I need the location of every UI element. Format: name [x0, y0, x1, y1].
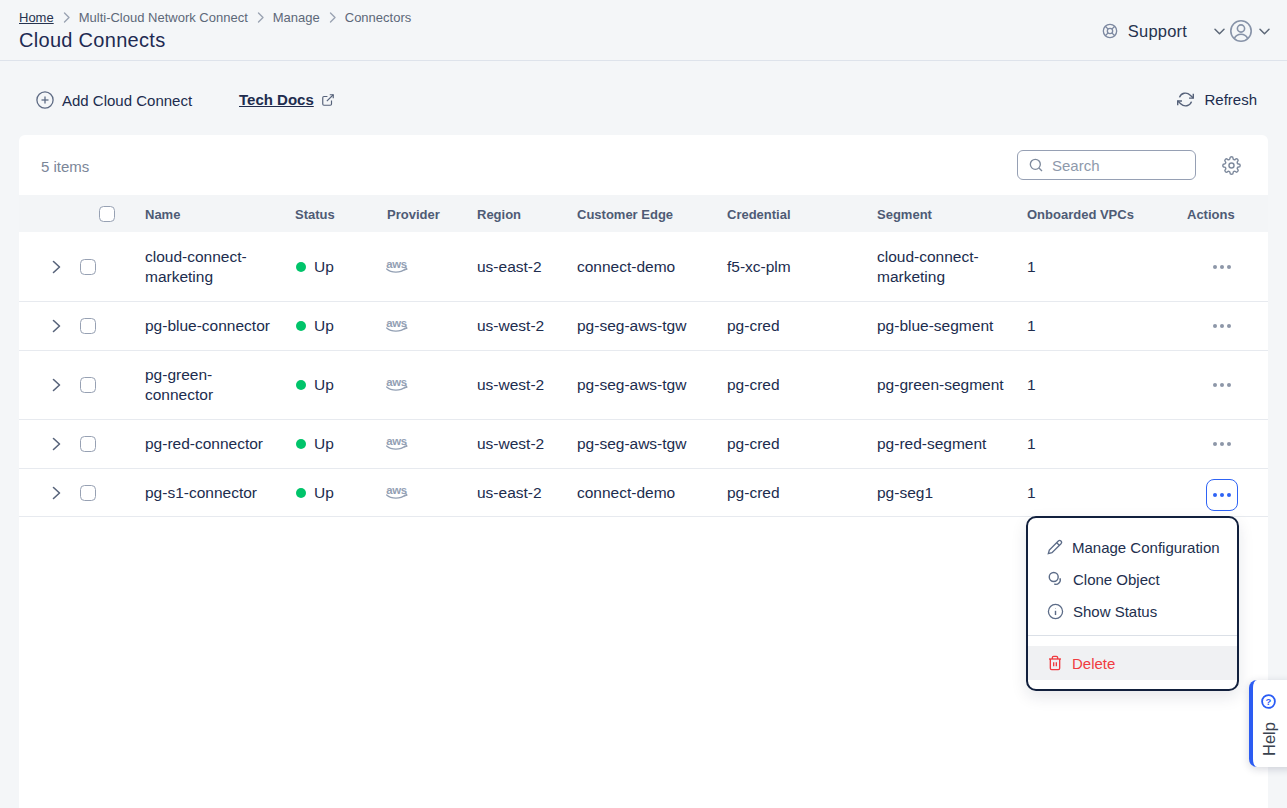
svg-text:aws: aws — [386, 317, 407, 329]
svg-text:aws: aws — [386, 376, 407, 388]
svg-text:aws: aws — [386, 435, 407, 447]
svg-text:aws: aws — [386, 484, 407, 496]
svg-text:aws: aws — [386, 258, 407, 270]
